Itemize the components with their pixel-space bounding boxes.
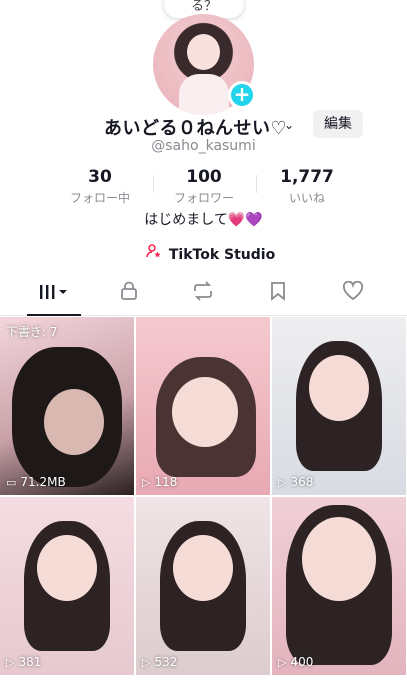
view-count: ▷ 368 (278, 475, 314, 489)
stat-followers[interactable]: 100 フォロワー (154, 167, 254, 206)
following-count: 30 (88, 167, 112, 187)
drafts-icon: ▭ (6, 476, 17, 489)
username: @saho_kasumi (151, 138, 256, 154)
active-tab-indicator (27, 314, 81, 316)
view-count: ▷ 400 (278, 655, 314, 669)
bio-text: はじめまして (144, 212, 228, 228)
play-icon: ▷ (6, 656, 15, 669)
thumbnail-face (173, 535, 233, 601)
pink-heart-emoji: 💗 (227, 212, 246, 228)
followers-label: フォロワー (173, 191, 234, 205)
profile-bio: はじめまして💗💜 (0, 209, 407, 229)
heart-outline-icon (342, 280, 364, 301)
view-count: ▷ 381 (6, 655, 42, 669)
profile-tabs (0, 280, 407, 316)
play-icon: ▷ (142, 476, 151, 489)
bookmark-icon (271, 282, 285, 301)
thumbnail-face (172, 377, 238, 447)
thumbnail-face (44, 389, 104, 455)
video-thumbnail[interactable]: ▷ 381 (0, 497, 134, 675)
add-story-plus-icon[interactable]: + (228, 81, 256, 109)
video-thumbnail[interactable]: ▷ 532 (136, 497, 270, 675)
profile-name-row: あいどる０ねんせい♡ ⌄ 編集 (0, 110, 407, 140)
tab-favorites[interactable] (248, 280, 308, 315)
play-icon: ▷ (278, 476, 287, 489)
likes-label: いいね (288, 191, 325, 205)
display-name: あいどる０ねんせい♡ (104, 118, 288, 139)
view-count: ▷ 532 (142, 655, 178, 669)
followers-count: 100 (186, 167, 222, 187)
stat-likes[interactable]: 1,777 いいね (257, 167, 357, 206)
likes-count: 1,777 (280, 167, 334, 187)
edit-profile-button[interactable]: 編集 (313, 110, 363, 138)
play-icon: ▷ (278, 656, 287, 669)
tab-private[interactable] (99, 280, 159, 315)
purple-heart-emoji: 💜 (245, 212, 263, 228)
video-thumbnail[interactable]: ▷ 400 (272, 497, 406, 675)
user-star-icon (146, 243, 164, 263)
thumbnail-face (302, 517, 376, 601)
view-count: ▷ 118 (142, 475, 178, 489)
studio-label: TikTok Studio (168, 247, 276, 263)
profile-avatar[interactable]: + (153, 14, 256, 115)
thumbnail-face (309, 355, 369, 421)
tab-liked[interactable] (323, 280, 383, 315)
drafts-count-label: 下書き: 7 (6, 325, 58, 339)
repost-icon (194, 281, 212, 301)
tab-videos[interactable] (24, 280, 84, 315)
thumbnail-face (37, 535, 97, 601)
chevron-down-icon[interactable]: ⌄ (284, 118, 294, 132)
grid-icon (40, 285, 67, 299)
video-thumbnail[interactable]: ▷ 368 (272, 317, 406, 495)
profile-stats: 30 フォロー中 100 フォロワー 1,777 いいね (0, 167, 407, 207)
lock-icon (121, 281, 137, 300)
stat-following[interactable]: 30 フォロー中 (50, 167, 150, 206)
tab-reposts[interactable] (173, 280, 233, 315)
drafts-size: ▭ 71.2MB (6, 475, 66, 489)
video-thumbnail-drafts[interactable]: 下書き: 7 ▭ 71.2MB (0, 317, 134, 495)
following-label: フォロー中 (69, 191, 130, 205)
tiktok-studio-button[interactable]: TikTok Studio (146, 243, 275, 265)
play-icon: ▷ (142, 656, 151, 669)
video-thumbnail[interactable]: ▷ 118 (136, 317, 270, 495)
